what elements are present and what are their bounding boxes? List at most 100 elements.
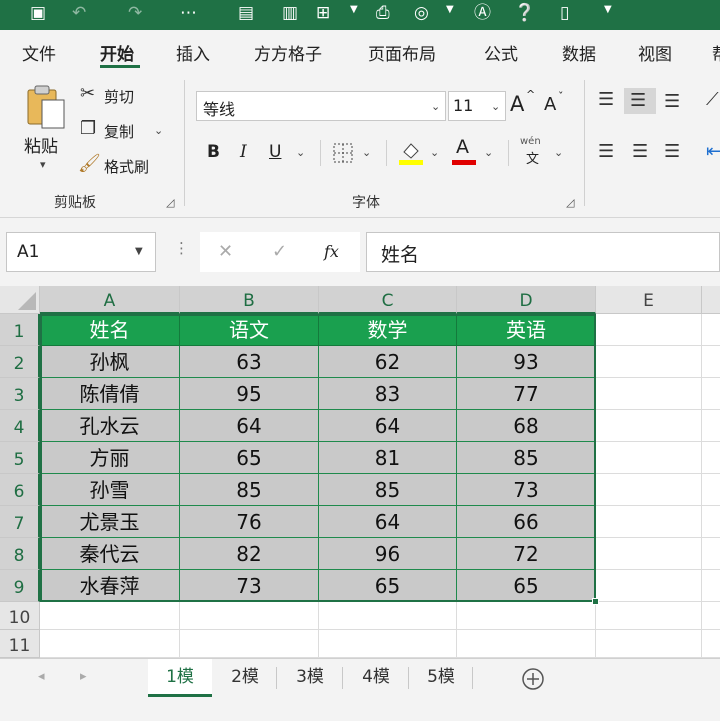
help-icon[interactable]: ❔ bbox=[514, 2, 535, 24]
column-header-b[interactable]: B bbox=[180, 286, 319, 314]
table-cell[interactable]: 72 bbox=[457, 538, 596, 570]
select-all-corner[interactable] bbox=[0, 286, 40, 314]
table-cell[interactable]: 秦代云 bbox=[40, 538, 180, 570]
underline-dropdown-icon[interactable]: ⌄ bbox=[296, 146, 305, 159]
table-cell[interactable] bbox=[457, 602, 596, 630]
table-cell[interactable] bbox=[457, 630, 596, 658]
sheet-tab-5[interactable]: 5模 bbox=[410, 659, 472, 697]
scissors-icon[interactable]: ✂ bbox=[80, 84, 95, 104]
align-right-icon[interactable]: ☰ bbox=[664, 142, 680, 162]
align-bottom-icon[interactable]: ☰ bbox=[664, 92, 680, 112]
table-cell[interactable] bbox=[702, 410, 720, 442]
phonetic-top[interactable]: wén bbox=[520, 136, 541, 147]
table-cell[interactable]: 81 bbox=[319, 442, 457, 474]
sheet-tab-3[interactable]: 3模 bbox=[278, 659, 342, 697]
add-sheet-icon[interactable] bbox=[521, 667, 545, 691]
bold-button[interactable]: B bbox=[207, 142, 220, 162]
table-cell[interactable] bbox=[596, 378, 702, 410]
table-cell[interactable]: 65 bbox=[319, 570, 457, 602]
table-cell[interactable]: 孔水云 bbox=[40, 410, 180, 442]
table-cell[interactable] bbox=[596, 474, 702, 506]
sheet-tab-2[interactable]: 2模 bbox=[214, 659, 276, 697]
scroll-right-icon[interactable]: ▸ bbox=[80, 669, 87, 684]
column-header-f[interactable] bbox=[702, 286, 720, 314]
paste-label[interactable]: 粘贴 bbox=[24, 132, 58, 157]
table-cell[interactable]: 95 bbox=[180, 378, 319, 410]
table-cell[interactable]: 尤景玉 bbox=[40, 506, 180, 538]
font-size-box[interactable]: 11 ⌄ bbox=[448, 91, 506, 121]
tab-page-layout[interactable]: 页面布局 bbox=[368, 40, 436, 65]
tab-help[interactable]: 帮 bbox=[712, 40, 720, 65]
row-header-10[interactable]: 10 bbox=[0, 602, 40, 630]
insert-table-icon[interactable]: ⊞ bbox=[316, 2, 330, 24]
orientation-icon[interactable]: ⟋ bbox=[706, 90, 719, 110]
table-cell[interactable] bbox=[180, 630, 319, 658]
row-header-6[interactable]: 6 bbox=[0, 474, 40, 506]
save-icon[interactable]: ▣ bbox=[30, 2, 46, 24]
table-cell[interactable]: 陈倩倩 bbox=[40, 378, 180, 410]
worksheet-grid[interactable]: A B C D E 1 2 3 4 5 6 7 8 9 10 11 姓名 语文 数学 英语 孙枫 63 62 93… bbox=[0, 286, 720, 658]
brush-icon[interactable]: 🖌 bbox=[78, 154, 101, 174]
paste-dropdown-icon[interactable]: ▾ bbox=[40, 158, 46, 171]
table-header-cell[interactable]: 语文 bbox=[180, 314, 319, 346]
paste-icon[interactable] bbox=[24, 84, 68, 130]
chevron-down-icon[interactable]: ⌄ bbox=[431, 100, 440, 113]
fill-handle[interactable] bbox=[592, 598, 599, 605]
column-header-d[interactable]: D bbox=[457, 286, 596, 314]
redo-icon[interactable]: ↷ bbox=[128, 2, 142, 24]
table-cell[interactable]: 82 bbox=[180, 538, 319, 570]
formula-input[interactable]: 姓名 bbox=[366, 232, 720, 272]
tab-view[interactable]: 视图 bbox=[638, 40, 672, 65]
table-cell[interactable]: 96 bbox=[319, 538, 457, 570]
clipboard-launcher-icon[interactable]: ◿ bbox=[166, 196, 174, 209]
table-cell[interactable]: 68 bbox=[457, 410, 596, 442]
fill-color-dropdown-icon[interactable]: ⌄ bbox=[430, 146, 439, 159]
row-header-7[interactable]: 7 bbox=[0, 506, 40, 538]
font-name-box[interactable]: 等线 ⌄ bbox=[196, 91, 446, 121]
row-header-9[interactable]: 9 bbox=[0, 570, 40, 602]
sheet-tab-1[interactable]: 1模 bbox=[148, 659, 212, 697]
tab-data[interactable]: 数据 bbox=[562, 40, 596, 65]
table-cell[interactable] bbox=[596, 346, 702, 378]
table-cell[interactable]: 65 bbox=[457, 570, 596, 602]
table-cell[interactable]: 64 bbox=[319, 410, 457, 442]
table-cell[interactable]: 62 bbox=[319, 346, 457, 378]
table-cell[interactable]: 64 bbox=[319, 506, 457, 538]
border-dropdown-icon[interactable]: ⌄ bbox=[362, 146, 371, 159]
table-cell[interactable] bbox=[702, 602, 720, 630]
font-color-dropdown-icon[interactable]: ⌄ bbox=[484, 146, 493, 159]
insert-function-button[interactable]: fx bbox=[324, 242, 339, 261]
table-cell[interactable] bbox=[40, 602, 180, 630]
customize-icon[interactable]: ▼ bbox=[604, 4, 612, 15]
row-header-8[interactable]: 8 bbox=[0, 538, 40, 570]
name-box[interactable]: A1 ▼ bbox=[6, 232, 156, 272]
table-header-cell[interactable]: 数学 bbox=[319, 314, 457, 346]
table-cell[interactable] bbox=[596, 410, 702, 442]
table-cell[interactable]: 85 bbox=[180, 474, 319, 506]
table-cell[interactable]: 64 bbox=[180, 410, 319, 442]
more-icon[interactable]: ⋯ bbox=[180, 2, 197, 24]
confirm-icon[interactable]: ✓ bbox=[272, 242, 287, 262]
table-cell[interactable] bbox=[319, 630, 457, 658]
table-cell[interactable] bbox=[596, 538, 702, 570]
chart-icon[interactable]: ▥ bbox=[282, 2, 298, 24]
table-cell[interactable]: 水春萍 bbox=[40, 570, 180, 602]
table-cell[interactable]: 孙雪 bbox=[40, 474, 180, 506]
table-cell[interactable]: 方丽 bbox=[40, 442, 180, 474]
table-header-cell[interactable]: 英语 bbox=[457, 314, 596, 346]
table-icon[interactable]: ▤ bbox=[238, 2, 254, 24]
tab-fangfang[interactable]: 方方格子 bbox=[254, 40, 322, 65]
phonetic-button[interactable]: 文 bbox=[526, 148, 539, 167]
align-left-icon[interactable]: ☰ bbox=[598, 142, 614, 162]
table-cell[interactable] bbox=[702, 378, 720, 410]
table-cell[interactable] bbox=[702, 630, 720, 658]
border-icon[interactable] bbox=[332, 142, 354, 164]
tab-formulas[interactable]: 公式 bbox=[484, 40, 518, 65]
table-cell[interactable] bbox=[180, 602, 319, 630]
row-header-11[interactable]: 11 bbox=[0, 630, 40, 658]
table-cell[interactable] bbox=[596, 314, 702, 346]
grow-font-button[interactable]: A bbox=[510, 92, 524, 116]
table-cell[interactable]: 76 bbox=[180, 506, 319, 538]
italic-button[interactable]: I bbox=[240, 142, 247, 162]
table-cell[interactable] bbox=[702, 506, 720, 538]
